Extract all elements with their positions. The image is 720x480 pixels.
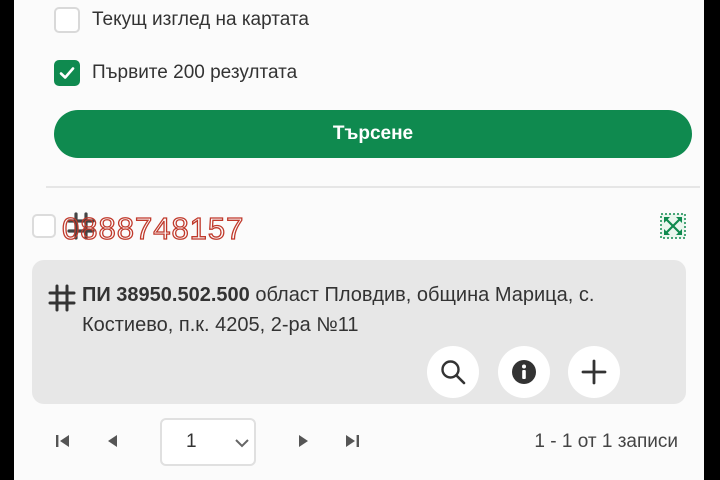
page-select[interactable]: 1 (160, 418, 256, 466)
search-button[interactable]: Търсене (54, 110, 692, 158)
records-count: 1 - 1 от 1 записи (534, 431, 678, 452)
current-page: 1 (186, 431, 197, 452)
zoom-to-button[interactable] (427, 346, 479, 398)
chevron-down-icon (235, 439, 249, 448)
expand-icon[interactable] (659, 212, 687, 240)
result-text: ПИ 38950.502.500 област Пловдив, община … (82, 280, 672, 340)
phone-watermark: 0888748157 (61, 210, 245, 246)
prev-page-icon (108, 435, 117, 447)
address-line-1: област Пловдив, община Марица, с. (249, 284, 595, 306)
result-card[interactable]: ПИ 38950.502.500 област Пловдив, община … (32, 260, 686, 404)
address-line-2: Костиево, п.к. 4205, 2-ра №11 (82, 314, 359, 336)
next-page-icon (299, 435, 308, 447)
last-page-icon (346, 435, 359, 447)
info-button[interactable] (498, 346, 550, 398)
current-view-checkbox[interactable] (54, 7, 80, 33)
first-200-filter[interactable]: Първите 200 резултата (54, 60, 297, 86)
next-page-button[interactable] (296, 432, 312, 450)
first-200-label: Първите 200 резултата (92, 62, 298, 83)
plus-icon (581, 359, 607, 385)
current-view-label: Текущ изглед на картата (92, 9, 309, 30)
select-all-checkbox[interactable] (32, 214, 56, 238)
checkmark-icon (59, 67, 75, 79)
first-200-checkbox[interactable] (54, 60, 80, 86)
current-view-filter[interactable]: Текущ изглед на картата (54, 7, 309, 33)
divider (46, 186, 700, 188)
info-icon (512, 360, 536, 384)
first-page-icon (56, 435, 69, 447)
search-icon (441, 360, 466, 385)
prev-page-button[interactable] (104, 432, 120, 450)
parcel-icon (48, 284, 76, 312)
last-page-button[interactable] (343, 432, 361, 450)
add-button[interactable] (568, 346, 620, 398)
first-page-button[interactable] (54, 432, 72, 450)
parcel-id: ПИ 38950.502.500 (82, 284, 250, 306)
